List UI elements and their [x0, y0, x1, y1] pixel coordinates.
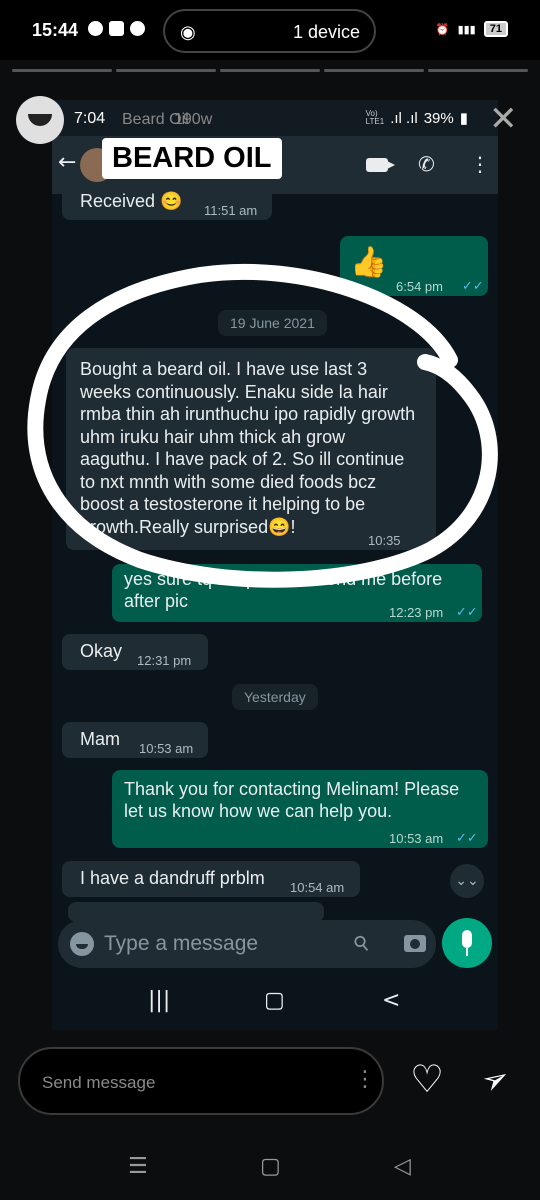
emoji-icon[interactable] — [70, 932, 94, 956]
outer-nav-bar: ☰ ▢ ◁ — [0, 1138, 540, 1200]
system-status-icons: ⏰ ▮▮▮ 71 — [436, 21, 508, 37]
story-progress-segment — [116, 69, 216, 72]
inner-nav-bar: ||| ▢ < — [52, 974, 498, 1030]
recent-apps-icon: ||| — [148, 988, 171, 1013]
phone-call-icon[interactable]: ✆ — [418, 152, 435, 176]
alarm-icon: ⏰ — [435, 23, 450, 36]
message-outgoing[interactable]: 👍 6:54 pm ✓✓ — [340, 236, 488, 296]
home-icon[interactable]: ▢ — [260, 1154, 281, 1179]
notification-icons — [88, 21, 145, 36]
status-time: 15:44 — [32, 20, 79, 40]
message-time: 10:35 — [368, 533, 401, 548]
story-progress-segment — [428, 69, 528, 72]
inner-status-bar: 7:04 Beard Oil 190w Vo) LTE1 .ıl .ıl 39% … — [52, 100, 498, 136]
message-outgoing[interactable]: yes sure tq ...if possible send me befor… — [112, 564, 482, 622]
inner-battery-text: 39% — [423, 109, 454, 127]
story-age: 190w — [174, 111, 213, 128]
mic-button[interactable] — [442, 918, 492, 968]
story-reply-input[interactable]: Send message ⋮ — [18, 1047, 384, 1115]
message-time: 11:51 am — [204, 203, 258, 218]
message-text: 👍 — [350, 246, 388, 279]
message-incoming[interactable]: Received 😊 11:51 am — [62, 184, 272, 220]
outer-status-bar: 15:44 ◉ 1 device ⏰ ▮▮▮ 71 — [0, 0, 540, 60]
message-incoming[interactable]: Okay 12:31 pm — [62, 634, 208, 670]
message-text: Okay — [80, 641, 123, 661]
chat-notification-icon — [88, 21, 103, 36]
message-text: Thank you for contacting Melinam! Please… — [124, 779, 460, 821]
battery-indicator: 71 — [483, 21, 508, 37]
inner-signal-icon: .ıl .ıl — [390, 109, 418, 127]
back-icon[interactable]: ◁ — [394, 1154, 411, 1179]
date-separator: 19 June 2021 — [218, 310, 327, 336]
volte-icon: Vo) LTE1 — [365, 109, 385, 126]
message-time: 12:23 pm — [389, 605, 444, 620]
message-time: 10:54 am — [290, 880, 345, 895]
message-time: 6:54 pm — [396, 279, 443, 294]
date-separator: Yesterday — [232, 684, 318, 710]
close-icon[interactable]: ✕ — [489, 102, 518, 136]
message-incoming[interactable]: Mam 10:53 am — [62, 722, 208, 758]
message-incoming[interactable]: Bought a beard oil. I have use last 3 we… — [66, 348, 436, 550]
message-text: Bought a beard oil. I have use last 3 we… — [80, 359, 416, 537]
message-incoming[interactable]: I have a dandruff prblm 10:54 am — [62, 861, 360, 897]
message-text: I have a dandruff prblm — [80, 868, 265, 888]
back-icon: < — [382, 988, 401, 1013]
message-input[interactable]: Type a message — [104, 932, 258, 956]
message-incoming-partial[interactable] — [68, 902, 324, 922]
message-time: 10:53 am — [389, 831, 444, 846]
heart-icon[interactable]: ♡ — [410, 1060, 444, 1098]
more-options-icon[interactable]: ⋮ — [354, 1067, 376, 1092]
message-text: Received 😊 — [80, 191, 183, 211]
attach-icon[interactable]: ⚲ — [348, 929, 375, 957]
video-call-icon[interactable] — [366, 158, 395, 172]
story-progress-segment — [12, 69, 112, 72]
inner-status-time: 7:04 — [74, 110, 106, 127]
home-icon: ▢ — [264, 988, 285, 1013]
send-icon[interactable]: ➢ — [474, 1056, 516, 1102]
back-arrow-icon[interactable]: ← — [58, 150, 76, 175]
camera-icon[interactable] — [404, 935, 426, 952]
message-input-bar[interactable]: Type a message ⚲ — [58, 920, 436, 968]
device-count-label: 1 device — [292, 22, 360, 42]
reply-placeholder: Send message — [42, 1073, 156, 1092]
message-time: 10:53 am — [139, 741, 194, 756]
read-receipt-icon: ✓✓ — [456, 604, 478, 619]
read-receipt-icon: ✓✓ — [462, 278, 484, 293]
more-options-icon[interactable]: ⋮ — [470, 152, 490, 176]
signal-icon: ▮▮▮ — [457, 23, 476, 36]
app-notification-icon — [109, 21, 124, 36]
story-author-avatar[interactable] — [16, 96, 64, 144]
story-progress-segment — [220, 69, 320, 72]
read-receipt-icon: ✓✓ — [456, 830, 478, 845]
contact-name-label: BEARD OIL — [102, 138, 282, 179]
story-progress — [12, 69, 528, 72]
story-progress-segment — [324, 69, 424, 72]
message-time: 12:31 pm — [137, 653, 192, 668]
recent-apps-icon[interactable]: ☰ — [128, 1154, 148, 1179]
inner-system-icons: Vo) LTE1 .ıl .ıl 39% ▮ — [365, 109, 468, 128]
hotspot-icon: ◉ — [180, 22, 196, 42]
connected-device-pill[interactable]: ◉ 1 device — [163, 9, 376, 53]
facebook-notification-icon — [130, 21, 145, 36]
inner-battery-icon: ▮ — [459, 110, 468, 127]
shared-screenshot: 7:04 Beard Oil 190w Vo) LTE1 .ıl .ıl 39% … — [52, 100, 498, 974]
message-text: Mam — [80, 729, 120, 749]
chat-messages[interactable]: Received 😊 11:51 am 👍 6:54 pm ✓✓ 19 June… — [52, 184, 498, 922]
message-outgoing[interactable]: Thank you for contacting Melinam! Please… — [112, 770, 488, 848]
scroll-down-icon[interactable]: ⌄⌄ — [450, 864, 484, 898]
